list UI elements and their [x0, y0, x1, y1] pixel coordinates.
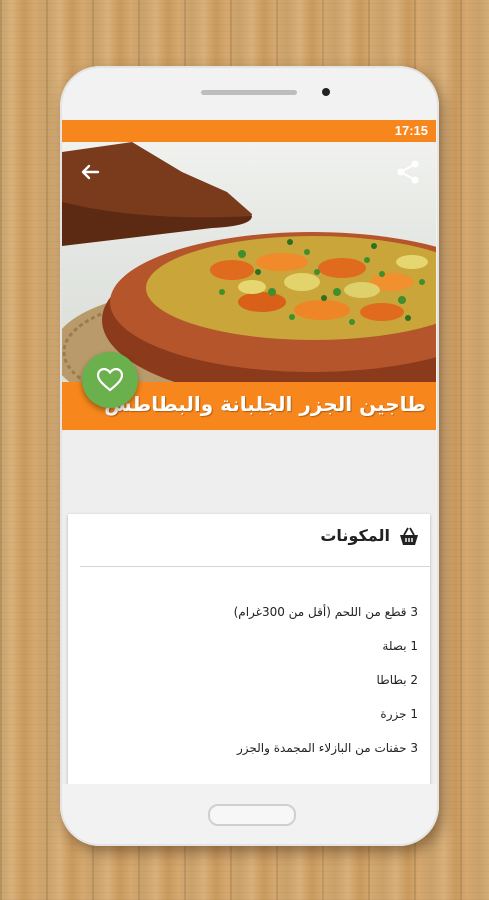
divider: [80, 566, 430, 567]
list-item: 3 حفنات من البازلاء المجمدة والجزر: [236, 741, 418, 755]
ingredients-title: المكونات: [320, 526, 390, 545]
back-arrow-icon[interactable]: [78, 160, 102, 184]
phone-speaker: [201, 90, 297, 95]
ingredients-header: المكونات: [68, 514, 430, 566]
recipe-title: طاجين الجزر الجلبانة والبطاطس: [104, 392, 426, 416]
phone-camera: [322, 88, 330, 96]
ingredients-card: المكونات 3 قطع من اللحم (أقل من 300غرام)…: [68, 514, 430, 784]
favorite-button[interactable]: [82, 352, 138, 408]
status-bar: 17:15: [62, 120, 436, 142]
app-screen: 17:15 طاجين الجزر الجلبانة والبطاطس المك…: [62, 120, 436, 784]
heart-icon: [97, 368, 123, 392]
basket-icon: [400, 527, 418, 545]
phone-frame: 17:15 طاجين الجزر الجلبانة والبطاطس المك…: [60, 66, 439, 846]
list-item: 1 بصلة: [382, 639, 418, 653]
list-item: 1 جزرة: [380, 707, 418, 721]
home-button[interactable]: [208, 804, 296, 826]
list-item: 2 بطاطا: [376, 673, 418, 687]
ingredients-list: 3 قطع من اللحم (أقل من 300غرام) 1 بصلة 2…: [78, 604, 418, 774]
share-icon[interactable]: [394, 158, 422, 186]
status-time: 17:15: [394, 123, 428, 138]
list-item: 3 قطع من اللحم (أقل من 300غرام): [233, 605, 418, 619]
